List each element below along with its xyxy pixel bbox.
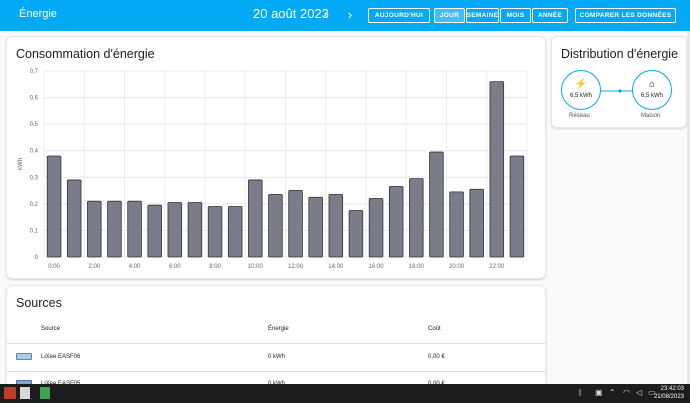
home-icon: ⌂	[648, 79, 656, 90]
taskbar: ᛒ ▣ ⌃ ◠ ◁ ▭ 23:42:03 21/08/2023	[0, 384, 690, 403]
top-app-bar: Énergie 20 août 2023 ‹ › AUJOURD'HUI JOU…	[0, 0, 690, 31]
home-value: 6,5 kWh	[640, 93, 663, 99]
source-name: LiXee EASF06	[41, 354, 81, 360]
source-energy: 0 kWh	[268, 354, 286, 360]
bluetooth-icon[interactable]: ᛒ	[578, 387, 583, 399]
energy-column-header: Énergie	[268, 326, 289, 332]
app-icon[interactable]	[40, 387, 50, 399]
x-tick-label: 12:00	[288, 264, 304, 270]
y-tick-label: 0,6	[30, 96, 39, 102]
bar	[288, 190, 303, 258]
x-tick-label: 2:00	[88, 264, 100, 270]
divider	[7, 371, 547, 372]
bar	[489, 81, 505, 258]
bar	[107, 200, 122, 258]
bar	[248, 179, 263, 258]
x-tick-label: 18:00	[409, 264, 425, 270]
bar	[429, 151, 444, 258]
month-button[interactable]: MOIS	[500, 8, 531, 23]
bar	[227, 206, 243, 258]
page-title: Énergie	[19, 8, 57, 20]
x-tick-label: 4:00	[129, 264, 141, 270]
source-column-header: Source	[41, 326, 61, 332]
volume-icon[interactable]: ◁	[636, 387, 642, 399]
week-button[interactable]: SEMAINE	[466, 8, 499, 23]
x-tick-label: 10:00	[248, 264, 264, 270]
today-button[interactable]: AUJOURD'HUI	[368, 8, 430, 23]
bar	[308, 196, 323, 258]
energy-distribution-card: Distribution d'énergie ⚡ 6,5 kWh Réseau …	[551, 36, 687, 128]
compare-data-button[interactable]: COMPARER LES DONNÉES	[575, 8, 676, 23]
consumption-chart: 0 0,1 0,2 0,3 0,4 0,5 0,6 0,7 0:00 2:00 4:00 6:00 8:…	[18, 69, 528, 270]
x-tick-label: 16:00	[369, 264, 385, 270]
source-cost: 0,00 €	[428, 354, 445, 360]
bar	[348, 210, 364, 258]
bar	[187, 202, 203, 258]
app-icon[interactable]	[4, 387, 16, 399]
previous-day-button[interactable]: ‹	[318, 6, 334, 24]
app-icon[interactable]	[20, 387, 30, 399]
bar	[509, 155, 525, 258]
x-tick-label: 22:00	[489, 264, 505, 270]
divider	[7, 343, 547, 344]
tray-app-icon[interactable]: ▣	[595, 387, 603, 399]
transmission-tower-icon: ⚡	[574, 79, 588, 90]
grid-value: 6,5 kWh	[569, 93, 592, 99]
home-node[interactable]: ⌂ 6,5 kWh	[632, 70, 672, 110]
day-button[interactable]: JOUR	[434, 8, 465, 23]
x-tick-label: 20:00	[449, 264, 465, 270]
x-tick-label: 6:00	[169, 264, 181, 270]
bar	[469, 188, 484, 258]
bar	[46, 155, 62, 258]
bar	[127, 200, 142, 258]
y-axis-label: kWh	[18, 158, 24, 170]
energy-consumption-card: Consommation d'énergie 0 0,1 0,2 0,3 0,4 0,5 0…	[6, 36, 546, 279]
bar	[147, 204, 162, 258]
x-tick-label: 0:00	[48, 264, 60, 270]
sources-title: Sources	[16, 296, 62, 310]
sources-card: Sources Source Énergie Coût LiXee EASF06…	[6, 285, 547, 395]
y-tick-label: 0	[35, 255, 39, 261]
source-color-swatch	[16, 353, 32, 360]
grid-label: Réseau	[569, 113, 590, 119]
bar	[167, 202, 183, 258]
next-day-button[interactable]: ›	[342, 6, 358, 24]
x-tick-label: 14:00	[328, 264, 344, 270]
bar	[368, 198, 384, 258]
bar	[328, 194, 344, 258]
system-clock[interactable]: 23:42:03 21/08/2023	[654, 386, 684, 401]
y-tick-label: 0,3	[30, 175, 39, 181]
notification-icon[interactable]: ⌃	[609, 387, 616, 399]
clock-time: 23:42:03	[660, 386, 684, 392]
y-tick-label: 0,1	[30, 228, 39, 234]
bar	[409, 178, 424, 258]
y-tick-label: 0,7	[30, 69, 39, 75]
y-tick-label: 0,5	[30, 122, 39, 128]
bar	[66, 179, 82, 258]
cost-column-header: Coût	[428, 326, 441, 332]
bar	[449, 191, 464, 258]
bar	[87, 200, 102, 258]
bar	[268, 194, 283, 258]
y-tick-label: 0,4	[30, 149, 39, 155]
wifi-icon[interactable]: ◠	[623, 387, 630, 399]
home-label: Maison	[641, 113, 661, 119]
x-tick-label: 8:00	[209, 264, 221, 270]
bar	[388, 186, 404, 258]
clock-date: 21/08/2023	[653, 393, 684, 400]
bar	[207, 206, 223, 258]
y-tick-label: 0,2	[30, 202, 39, 208]
year-button[interactable]: ANNÉE	[532, 8, 568, 23]
grid-node[interactable]: ⚡ 6,5 kWh	[561, 70, 601, 110]
